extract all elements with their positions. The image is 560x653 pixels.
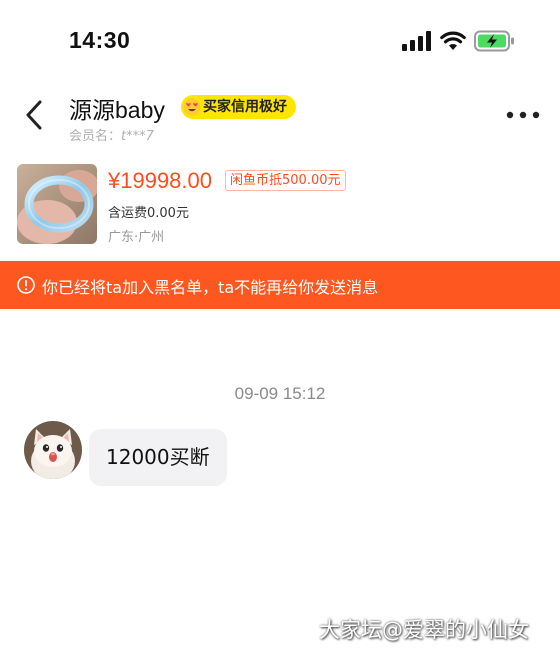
product-thumbnail[interactable] xyxy=(17,164,97,244)
cellular-signal-icon xyxy=(402,31,431,51)
status-time: 14:30 xyxy=(69,27,131,53)
alert-circle-icon xyxy=(17,276,35,294)
member-id: t***7 xyxy=(121,129,154,144)
heart-eyes-emoji-icon xyxy=(183,98,201,116)
coin-discount-tag: 闲鱼币抵500.00元 xyxy=(225,170,346,191)
message-text: 12000买断 xyxy=(106,445,210,469)
status-bar: 14:30 xyxy=(0,0,560,84)
watermark: 大家坛@爱翠的小仙女 xyxy=(319,618,529,642)
back-arrow-icon[interactable] xyxy=(22,97,48,133)
product-card[interactable]: ¥19998.00 闲鱼币抵500.00元 含运费0.00元 广东·广州 xyxy=(0,160,560,256)
battery-charging-icon xyxy=(474,30,514,52)
credit-badge-label: 买家信用极好 xyxy=(203,99,287,115)
contact-name[interactable]: 源源baby xyxy=(69,91,165,125)
member-name-line: 会员名：t***7 xyxy=(69,125,154,144)
product-price: ¥19998.00 xyxy=(108,168,212,193)
chat-header: 源源baby 买家信用极好 会员名：t***7 xyxy=(0,84,560,148)
contact-avatar[interactable] xyxy=(24,421,82,479)
message-timestamp: 09-09 15:12 xyxy=(234,384,326,403)
blacklist-warning-text: 你已经将ta加入黑名单，ta不能再给你发送消息 xyxy=(42,278,379,297)
member-label: 会员名： xyxy=(69,129,122,144)
product-location: 广东·广州 xyxy=(108,230,165,245)
wifi-icon xyxy=(440,31,466,50)
blacklist-warning-banner: 你已经将ta加入黑名单，ta不能再给你发送消息 xyxy=(0,261,560,309)
message-bubble[interactable]: 12000买断 xyxy=(89,429,227,486)
more-options-icon[interactable] xyxy=(506,111,540,119)
shipping-fee: 含运费0.00元 xyxy=(108,206,189,221)
credit-badge: 买家信用极好 xyxy=(181,95,296,119)
